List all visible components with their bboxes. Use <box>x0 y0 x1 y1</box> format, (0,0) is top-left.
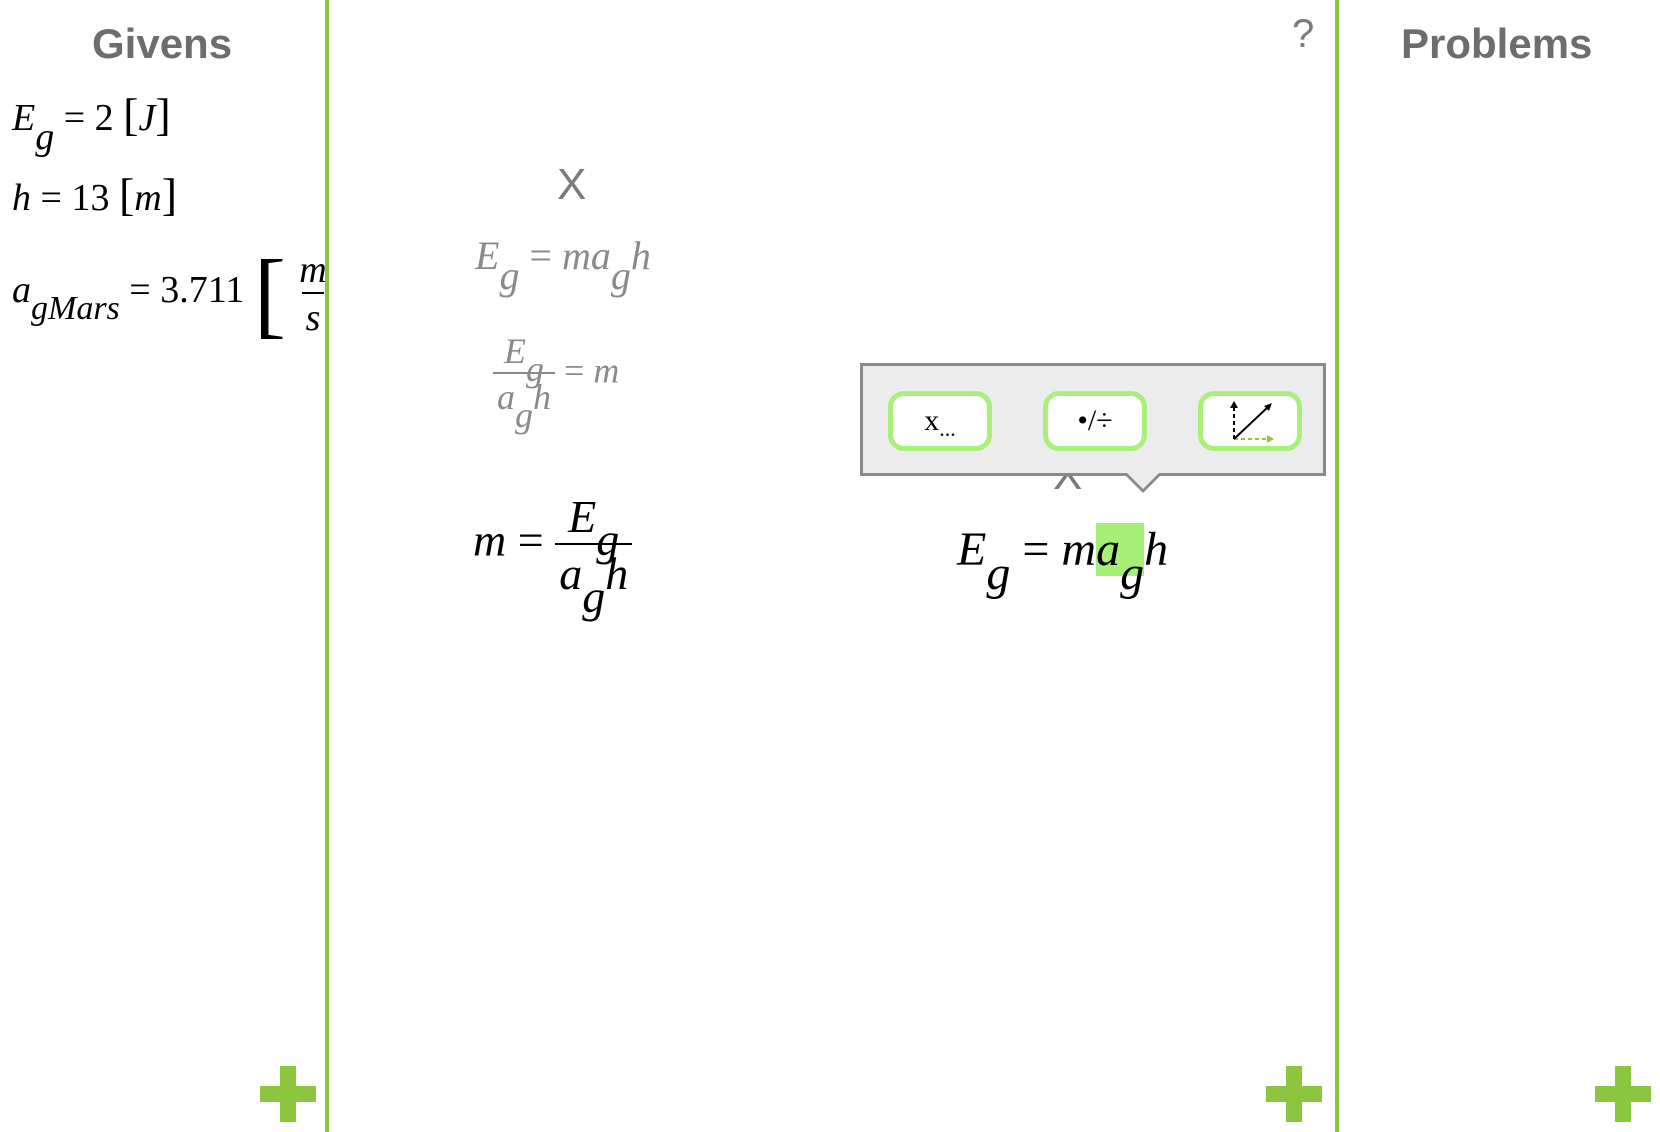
multiply-divide-button[interactable]: •/÷ <box>1043 391 1147 451</box>
given-energy[interactable]: Eg = 2 [J] <box>12 88 171 158</box>
problems-panel: Problems <box>1339 0 1660 1132</box>
problems-title: Problems <box>1401 20 1593 67</box>
givens-panel: Givens Eg = 2 [J] h = 13 [m] agMars = 3.… <box>0 0 329 1132</box>
givens-title: Givens <box>92 20 233 67</box>
substitute-button[interactable]: x... <box>888 391 992 451</box>
close-card-left-icon[interactable]: X <box>557 160 586 210</box>
add-given-button[interactable] <box>260 1066 316 1122</box>
right-equation[interactable]: Eg = magh <box>957 522 1168 600</box>
graph-button[interactable] <box>1198 391 1302 451</box>
graph-arrow-icon <box>1230 401 1274 443</box>
gravity-unit-fraction: m s <box>299 248 327 339</box>
left-step-3-result[interactable]: m = Eg agh <box>473 490 633 622</box>
given-gravity-mars[interactable]: agMars = 3.711 [ m s <box>12 238 329 349</box>
operation-popup: x... •/÷ <box>860 363 1326 493</box>
workspace-panel: X Eg = magh Eg agh = m m = Eg agh X Eg =… <box>329 0 1335 1132</box>
selected-term-ag[interactable]: ag <box>1096 523 1145 600</box>
add-problem-button[interactable] <box>1595 1066 1651 1122</box>
help-icon[interactable]: ? <box>1292 12 1314 57</box>
add-equation-button[interactable] <box>1266 1066 1322 1122</box>
left-step-1[interactable]: Eg = magh <box>475 232 651 298</box>
given-height[interactable]: h = 13 [m] <box>12 168 177 221</box>
left-step-2[interactable]: Eg agh = m <box>493 330 619 435</box>
